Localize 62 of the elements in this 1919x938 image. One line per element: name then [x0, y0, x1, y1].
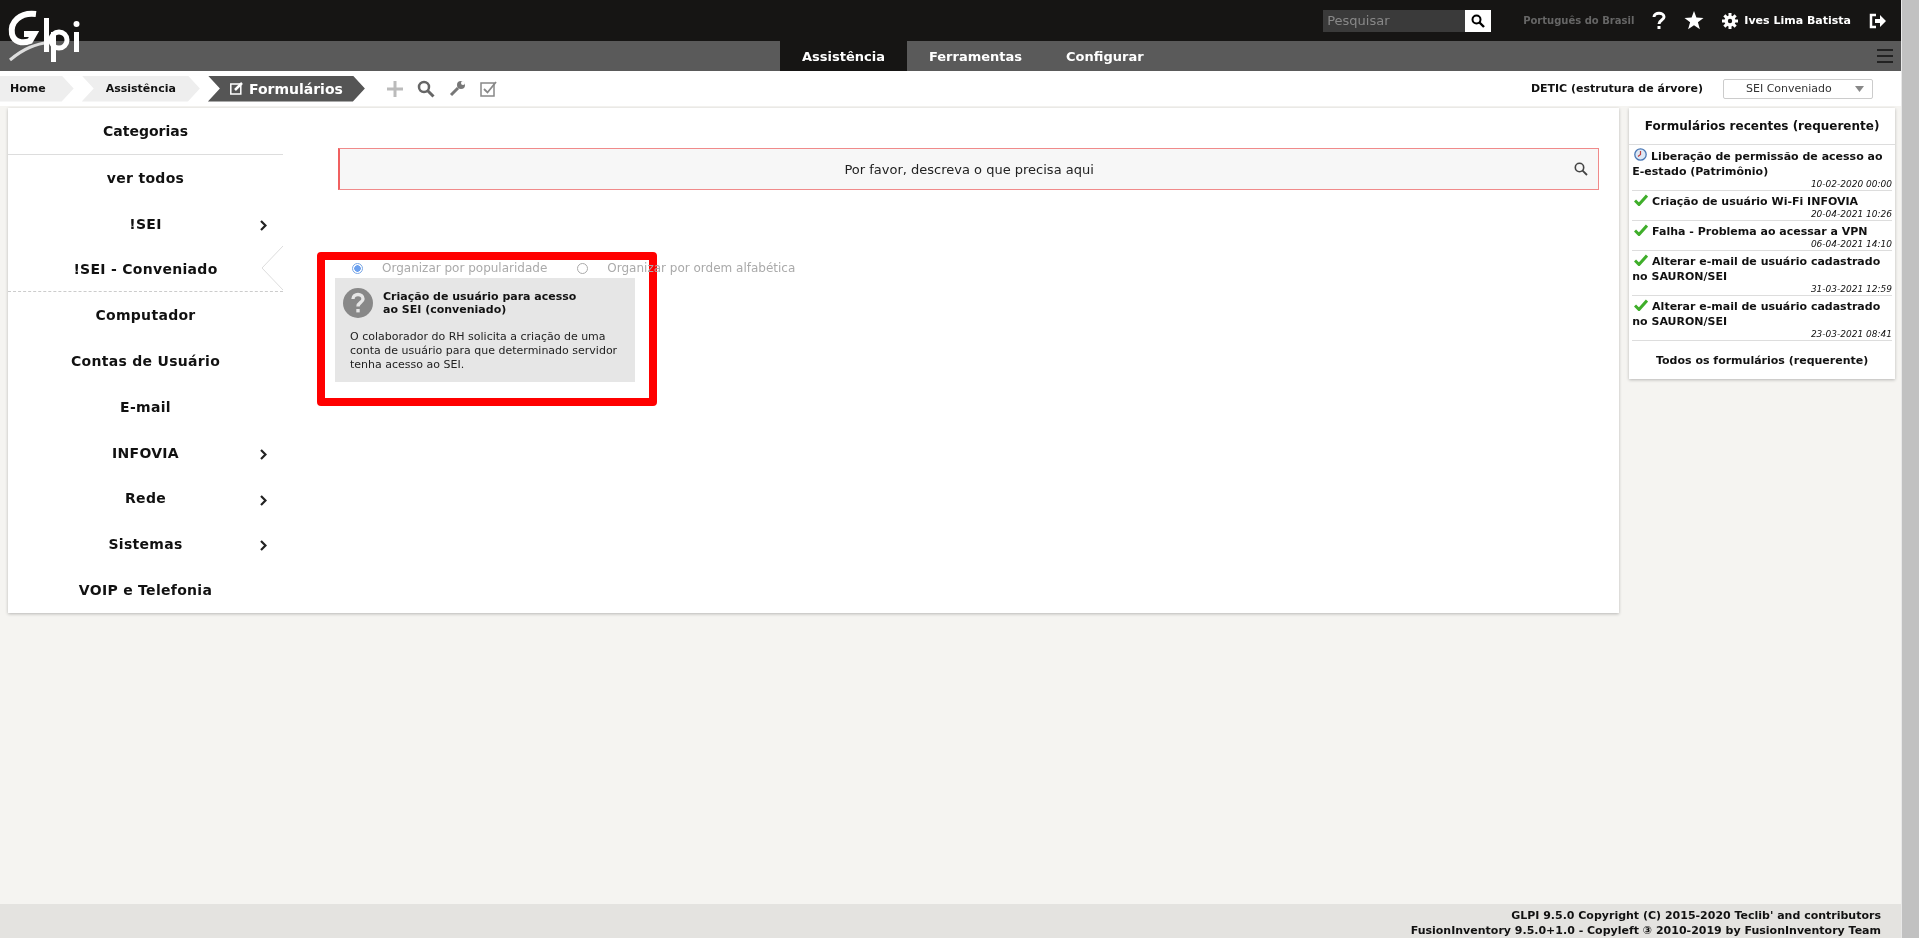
recent-form-link[interactable]: Criação de usuário Wi-Fi INFOVIA: [1632, 194, 1892, 209]
category-item[interactable]: ver todos: [8, 154, 283, 201]
check-icon: [1634, 299, 1649, 311]
recent-form-date: 31-03-2021 12:59: [1809, 284, 1892, 294]
entity-dropdown[interactable]: SEI Conveniado: [1723, 78, 1873, 99]
check-icon: [1634, 224, 1649, 236]
category-item[interactable]: Computador: [8, 292, 283, 339]
form-search-field[interactable]: Por favor, descreva o que precisa aqui: [338, 148, 1600, 190]
category-item[interactable]: E-mail: [8, 383, 283, 430]
category-item[interactable]: !SEI - Conveniado: [8, 246, 283, 293]
recent-form-date: 23-03-2021 08:41: [1809, 329, 1892, 339]
checkbox-icon[interactable]: [479, 79, 498, 98]
footer-text: FusionInventory 9.5.0+1.0 - Copyleft ③ 2010-2019 by FusionInventory Team: [1410, 923, 1881, 938]
wrench-icon[interactable]: [448, 80, 466, 97]
recent-form-date: 20-04-2021 10:26: [1809, 209, 1892, 219]
category-item[interactable]: Sistemas: [8, 521, 283, 568]
menu-tab[interactable]: Assistência: [780, 41, 907, 71]
star-icon[interactable]: [1684, 11, 1705, 30]
caret-icon: [1855, 85, 1864, 92]
category-item[interactable]: INFOVIA: [8, 429, 283, 476]
category-item[interactable]: VOIP e Telefonia: [8, 567, 283, 613]
breadcrumb-current[interactable]: Formulários: [207, 75, 365, 102]
selection-notch: [261, 246, 283, 291]
search-icon: [1471, 13, 1486, 28]
category-item[interactable]: !SEI: [8, 200, 283, 247]
menu-tab[interactable]: Configurar: [1044, 41, 1166, 71]
settings-icon: [1722, 12, 1739, 29]
recent-form-date: 06-04-2021 14:10: [1809, 239, 1892, 249]
edit-icon: [229, 82, 243, 95]
radio-button[interactable]: [352, 262, 363, 274]
panel-title: Formulários recentes (requerente): [1629, 108, 1895, 145]
categories-title: Categorias: [8, 108, 283, 155]
recent-form-link[interactable]: Alterar e-mail de usuário cadastrado no SAURON/SEI: [1632, 254, 1892, 284]
recent-form-date: 10-02-2020 00:00: [1809, 179, 1892, 189]
help-icon[interactable]: [1652, 10, 1667, 31]
entity-label[interactable]: DETIC (estrutura de árvore): [1530, 82, 1703, 95]
footer-text: GLPI 9.5.0 Copyright (C) 2015-2020 Teclib' and contributors: [1511, 908, 1881, 923]
search-icon: [1574, 162, 1589, 176]
form-title: Criação de usuário para acesso ao SEI (conveniado): [383, 290, 578, 316]
breadcrumb-link[interactable]: Assistência: [81, 75, 200, 102]
category-item[interactable]: Contas de Usuário: [8, 338, 283, 384]
breadcrumb-link[interactable]: Home: [0, 75, 74, 102]
scrollbar[interactable]: [1901, 0, 1919, 938]
check-icon: [1634, 254, 1649, 266]
search-field[interactable]: Pesquisar: [1323, 9, 1466, 32]
search-button[interactable]: [1465, 9, 1492, 32]
form-tile[interactable]: Criação de usuário para acesso ao SEI (conveniado) O colaborador do RH solicita a criação de uma conta de usuário para que determinado servidor tenha acesso ao SEI.: [335, 278, 635, 382]
recent-form-link[interactable]: Alterar e-mail de usuário cadastrado no SAURON/SEI: [1632, 299, 1892, 329]
radio-button[interactable]: [577, 262, 589, 274]
menu-icon[interactable]: [1877, 49, 1893, 63]
all-forms-link[interactable]: Todos os formulários (requerente): [1632, 341, 1892, 379]
recent-form-link[interactable]: Falha - Problema ao acessar a VPN: [1632, 224, 1892, 239]
category-item[interactable]: Rede: [8, 475, 283, 522]
logout-icon[interactable]: [1869, 12, 1887, 29]
form-description: O colaborador do RH solicita a criação de uma conta de usuário para que determinado servidor tenha acesso ao SEI.: [350, 330, 619, 372]
user-link[interactable]: Ives Lima Batista: [1722, 12, 1851, 29]
menu-tab[interactable]: Ferramentas: [906, 41, 1045, 71]
question-icon: [343, 288, 373, 318]
clock-icon: [1634, 148, 1648, 161]
recent-form-link[interactable]: Liberação de permissão de acesso ao E-estado (Patrimônio): [1632, 148, 1892, 179]
check-icon: [1634, 194, 1649, 206]
search-icon[interactable]: [416, 79, 435, 98]
